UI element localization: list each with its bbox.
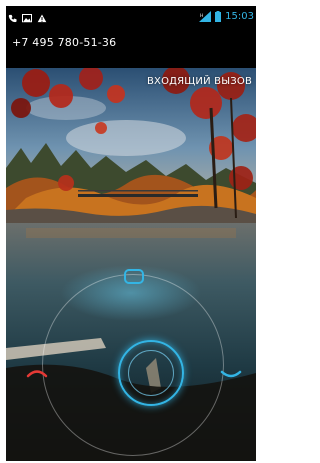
phone-screen: H 15:03 +7 495 780-51-36 ВХОДЯЩИЙ ВЫЗОВ bbox=[6, 6, 256, 461]
answer-call-icon[interactable] bbox=[220, 366, 242, 385]
svg-text:H: H bbox=[200, 13, 203, 19]
unlock-handle[interactable] bbox=[118, 340, 184, 406]
status-bar: H 15:03 bbox=[6, 6, 256, 23]
caller-number: +7 495 780-51-36 bbox=[12, 36, 117, 49]
message-target-icon[interactable] bbox=[123, 268, 145, 290]
call-state-label: ВХОДЯЩИЙ ВЫЗОВ bbox=[146, 76, 252, 87]
unlock-handle-inner bbox=[128, 350, 174, 396]
caller-info-bar: +7 495 780-51-36 bbox=[6, 22, 256, 68]
decline-call-icon[interactable] bbox=[26, 364, 48, 383]
